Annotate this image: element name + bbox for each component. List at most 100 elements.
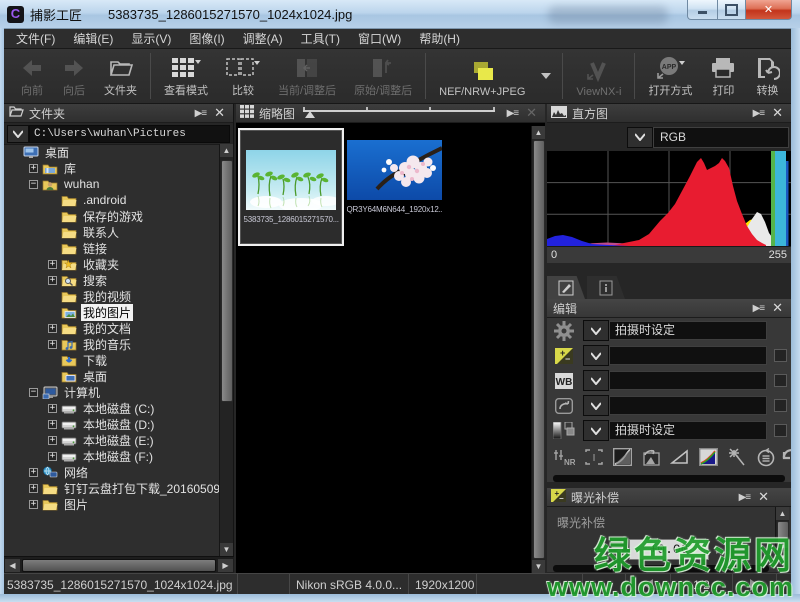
scroll-down-icon[interactable]: ▼	[776, 551, 789, 564]
view-mode-button[interactable]: 查看模式	[155, 49, 217, 103]
panel-close-icon[interactable]: ✕	[522, 105, 541, 121]
picture-control-select[interactable]: 拍摄时设定	[609, 321, 767, 340]
lch-editor-button[interactable]	[699, 448, 718, 466]
scroll-up-icon[interactable]: ▲	[532, 126, 545, 139]
scroll-down-icon[interactable]: ▼	[220, 543, 233, 556]
active-dlighting-select-checkbox[interactable]	[774, 399, 787, 412]
straighten-button[interactable]	[670, 448, 690, 466]
unsharp-mask-button[interactable]	[641, 448, 661, 466]
tree-item-图片[interactable]: +图片	[4, 496, 220, 512]
exposure-select[interactable]	[609, 346, 767, 365]
close-button[interactable]: ✕	[746, 0, 792, 20]
tone-select-checkbox[interactable]	[774, 424, 787, 437]
white-balance-select-dropdown-button[interactable]	[583, 370, 609, 391]
next-page-button[interactable]	[733, 574, 777, 595]
back-button[interactable]: 向前	[11, 49, 53, 103]
panel-close-icon[interactable]: ✕	[768, 105, 787, 121]
expand-icon[interactable]: +	[48, 436, 57, 445]
expand-icon[interactable]: +	[29, 468, 38, 477]
picture-control-select-dropdown-button[interactable]	[583, 320, 609, 341]
expand-icon[interactable]: +	[29, 500, 38, 509]
thumbnail-1[interactable]: 5383735_1286015271570...	[238, 128, 344, 246]
tree-item-我的音乐[interactable]: +我的音乐	[4, 336, 220, 352]
title-bar[interactable]: C 捕影工匠 5383735_1286015271570_1024x1024.j…	[0, 0, 800, 29]
panel-close-icon[interactable]: ✕	[210, 105, 229, 121]
current-adjusted-button[interactable]: 当前/调整后	[269, 49, 345, 103]
tree-item-保存的游戏[interactable]: 保存的游戏	[4, 208, 220, 224]
tone-select[interactable]: 拍摄时设定	[609, 421, 767, 440]
menu-item-3[interactable]: 显示(V)	[122, 28, 180, 49]
expand-icon[interactable]: +	[29, 164, 38, 173]
original-adjusted-button[interactable]: 原始/调整后	[345, 49, 421, 103]
open-with-button[interactable]: APP打开方式	[639, 49, 701, 103]
thumbnail-size-slider[interactable]	[303, 107, 495, 119]
resize-button[interactable]: I	[584, 448, 604, 466]
viewnx-button[interactable]: ViewNX-i	[567, 49, 630, 103]
panel-menu-icon[interactable]: ▶≡	[735, 492, 755, 503]
panel-menu-icon[interactable]: ▶≡	[503, 108, 523, 119]
tree-item-本地磁盘 (D:)[interactable]: +本地磁盘 (D:)	[4, 416, 220, 432]
expand-icon[interactable]: +	[48, 260, 57, 269]
exposure-select-checkbox[interactable]	[774, 349, 787, 362]
path-dropdown-button[interactable]	[7, 125, 29, 143]
scroll-up-icon[interactable]: ▲	[776, 507, 789, 520]
tree-item-我的文档[interactable]: +我的文档	[4, 320, 220, 336]
tree-item-下载[interactable]: 下载	[4, 352, 220, 368]
scroll-down-icon[interactable]: ▼	[532, 560, 545, 573]
tree-item-本地磁盘 (F:)[interactable]: +本地磁盘 (F:)	[4, 448, 220, 464]
menu-item-2[interactable]: 编辑(E)	[64, 28, 122, 49]
folders-vertical-scrollbar[interactable]: ▲ ▼	[219, 144, 233, 556]
expand-icon[interactable]: +	[29, 484, 38, 493]
tree-item-库[interactable]: +库	[4, 160, 220, 176]
folder-button[interactable]: 文件夹	[95, 49, 146, 103]
channel-select[interactable]: RGB	[653, 127, 789, 148]
tree-item-收藏夹[interactable]: +收藏夹	[4, 256, 220, 272]
decrease-icon[interactable]: ◂	[609, 543, 629, 557]
folders-horizontal-scrollbar[interactable]: ◀ ▶	[4, 556, 234, 573]
expand-icon[interactable]: +	[48, 452, 57, 461]
tab-info[interactable]	[587, 276, 625, 299]
tree-item-计算机[interactable]: −计算机	[4, 384, 220, 400]
tab-edit[interactable]	[547, 276, 585, 299]
tree-item-桌面[interactable]: 桌面	[4, 368, 220, 384]
tone-curve-button[interactable]	[613, 448, 632, 466]
active-dlighting-select[interactable]	[609, 396, 767, 415]
scrollbar-thumb[interactable]	[22, 559, 216, 572]
channel-dropdown-button[interactable]	[627, 127, 653, 148]
white-balance-select[interactable]	[609, 371, 767, 390]
slider-handle[interactable]	[305, 111, 315, 118]
active-dlighting-select-dropdown-button[interactable]	[583, 395, 609, 416]
path-input[interactable]: C:\Users\wuhan\Pictures	[29, 125, 230, 143]
menu-item-8[interactable]: 帮助(H)	[410, 28, 469, 49]
retouch-brush-button[interactable]	[727, 448, 747, 466]
panel-close-icon[interactable]: ✕	[768, 300, 787, 316]
menu-item-6[interactable]: 工具(T)	[292, 28, 349, 49]
tree-item-本地磁盘 (C:)[interactable]: +本地磁盘 (C:)	[4, 400, 220, 416]
thumbnails-vertical-scrollbar[interactable]: ▲ ▼	[531, 126, 545, 573]
menu-item-1[interactable]: 文件(F)	[7, 28, 64, 49]
compare-button[interactable]: 比较	[217, 49, 269, 103]
noise-reduction-button[interactable]: NR	[553, 448, 575, 466]
scroll-right-icon[interactable]: ▶	[218, 559, 233, 572]
scrollbar-thumb[interactable]	[777, 521, 789, 549]
convert-button[interactable]: 转换	[745, 49, 789, 103]
thumbnail-2[interactable]: QR3Y64M6N644_1920x12...	[342, 140, 446, 236]
expand-icon[interactable]: +	[48, 420, 57, 429]
white-balance-select-checkbox[interactable]	[774, 374, 787, 387]
exposure-vertical-scrollbar[interactable]: ▲ ▼	[775, 507, 789, 564]
tree-item-.android[interactable]: .android	[4, 192, 220, 208]
revert-button[interactable]	[756, 448, 776, 467]
increase-icon[interactable]: ▸	[709, 543, 729, 557]
previous-page-button[interactable]	[626, 574, 671, 595]
nef-jpeg-button[interactable]: NEF/NRW+JPEG	[430, 49, 534, 103]
menu-item-5[interactable]: 调整(A)	[234, 28, 292, 49]
maximize-button[interactable]	[718, 0, 746, 20]
tree-item-联系人[interactable]: 联系人	[4, 224, 220, 240]
tree-item-链接[interactable]: 链接	[4, 240, 220, 256]
menu-item-4[interactable]: 图像(I)	[180, 28, 233, 49]
scroll-up-icon[interactable]: ▲	[220, 144, 233, 157]
tree-item-桌面[interactable]: 桌面	[4, 144, 220, 160]
forward-button[interactable]: 向后	[53, 49, 95, 103]
expand-icon[interactable]: +	[48, 404, 57, 413]
tree-item-wuhan[interactable]: −wuhan	[4, 176, 220, 192]
